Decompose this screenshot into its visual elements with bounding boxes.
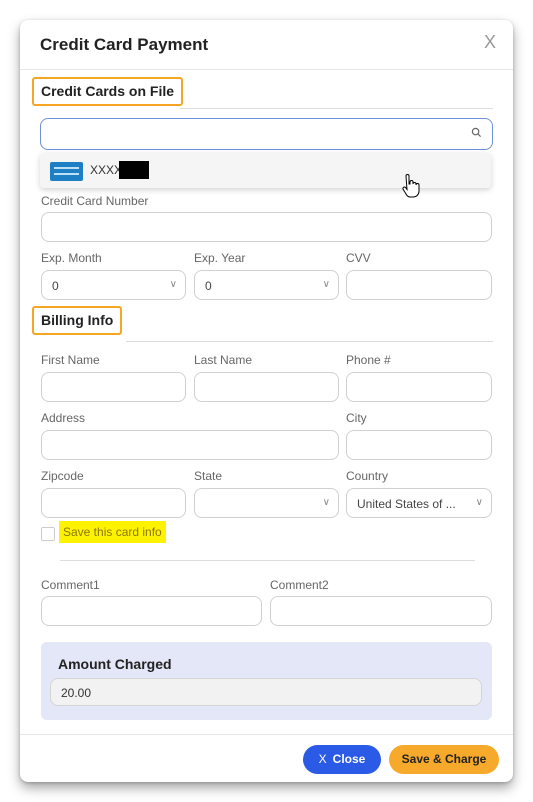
card-number-masked: XXXX bbox=[90, 163, 123, 177]
chevron-down-icon: ∨ bbox=[169, 279, 177, 290]
card-search-input[interactable] bbox=[40, 118, 493, 150]
first-name-label: First Name bbox=[41, 353, 100, 367]
footer-divider bbox=[20, 734, 513, 735]
last-name-input[interactable] bbox=[194, 372, 339, 402]
amount-charged-panel: Amount Charged 20.00 bbox=[41, 642, 492, 720]
zipcode-label: Zipcode bbox=[41, 469, 84, 483]
state-label: State bbox=[194, 469, 223, 483]
cards-on-file-heading: Credit Cards on File bbox=[32, 77, 184, 106]
chevron-down-icon: ∨ bbox=[322, 279, 330, 290]
card-dropdown-option[interactable]: XXXX bbox=[40, 153, 491, 198]
save-card-label[interactable]: Save this card info bbox=[59, 521, 166, 543]
address-input[interactable] bbox=[41, 430, 339, 460]
phone-input[interactable] bbox=[346, 372, 492, 402]
dialog-title: Credit Card Payment bbox=[40, 35, 209, 54]
redacted-block bbox=[119, 161, 149, 179]
country-label: Country bbox=[346, 469, 389, 483]
country-select[interactable]: United States of ... ∨ bbox=[346, 488, 492, 518]
save-card-checkbox[interactable] bbox=[41, 527, 55, 541]
zipcode-input[interactable] bbox=[41, 488, 186, 518]
city-input[interactable] bbox=[346, 430, 492, 460]
exp-year-value: 0 bbox=[205, 279, 212, 293]
search-icon bbox=[471, 127, 482, 138]
state-select[interactable]: ∨ bbox=[194, 488, 339, 518]
billing-info-heading: Billing Info bbox=[32, 306, 123, 335]
exp-year-label: Exp. Year bbox=[194, 251, 246, 265]
country-value: United States of ... bbox=[357, 497, 456, 511]
cvv-label: CVV bbox=[346, 251, 371, 265]
divider bbox=[60, 560, 475, 561]
close-icon: X bbox=[318, 752, 327, 766]
comment2-input[interactable] bbox=[270, 596, 492, 626]
section-divider bbox=[180, 108, 493, 109]
section-divider bbox=[126, 341, 493, 342]
comment1-label: Comment1 bbox=[41, 578, 100, 592]
save-and-charge-button[interactable]: Save & Charge bbox=[389, 745, 499, 774]
exp-year-select[interactable]: 0 ∨ bbox=[194, 270, 339, 300]
phone-label: Phone # bbox=[346, 353, 391, 367]
header-divider bbox=[20, 69, 513, 70]
city-label: City bbox=[346, 411, 367, 425]
comment1-input[interactable] bbox=[41, 596, 262, 626]
card-number-label: Credit Card Number bbox=[41, 194, 149, 208]
amount-charged-value: 20.00 bbox=[61, 686, 92, 700]
chevron-down-icon: ∨ bbox=[322, 497, 330, 508]
close-button-label: Close bbox=[332, 752, 366, 766]
close-icon[interactable]: X bbox=[484, 32, 496, 53]
chevron-down-icon: ∨ bbox=[475, 497, 483, 508]
exp-month-value: 0 bbox=[52, 279, 59, 293]
amount-charged-input[interactable]: 20.00 bbox=[50, 678, 482, 706]
hand-cursor-icon bbox=[402, 174, 420, 198]
address-label: Address bbox=[41, 411, 86, 425]
cvv-input[interactable] bbox=[346, 270, 492, 300]
credit-card-payment-dialog: Credit Card Payment X Credit Cards on Fi… bbox=[20, 20, 513, 782]
first-name-input[interactable] bbox=[41, 372, 186, 402]
card-number-input[interactable] bbox=[41, 212, 492, 242]
amex-card-icon bbox=[50, 162, 83, 181]
exp-month-select[interactable]: 0 ∨ bbox=[41, 270, 186, 300]
amount-charged-label: Amount Charged bbox=[58, 656, 172, 672]
comment2-label: Comment2 bbox=[270, 578, 329, 592]
last-name-label: Last Name bbox=[194, 353, 253, 367]
close-button[interactable]: X Close bbox=[303, 745, 381, 774]
exp-month-label: Exp. Month bbox=[41, 251, 102, 265]
